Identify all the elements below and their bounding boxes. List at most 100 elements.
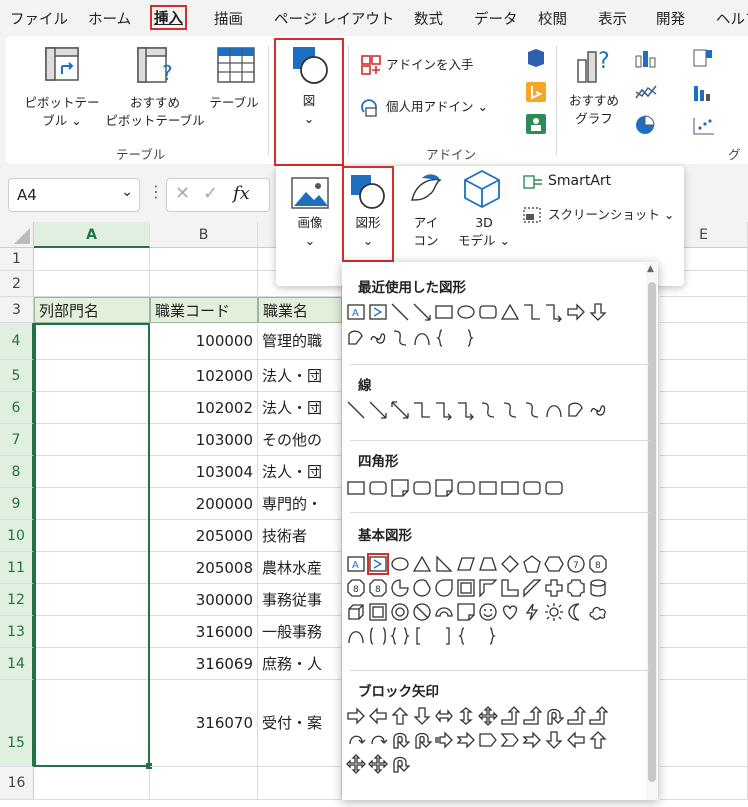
job-code-cell[interactable]: 316070 [150, 680, 258, 767]
cell-e[interactable] [660, 616, 748, 648]
row-header[interactable]: 11 [0, 552, 34, 584]
shape-arrowR-icon[interactable] [346, 706, 366, 726]
pivot-table-button[interactable]: ピボットテー ブル ⌄ [22, 94, 102, 130]
shape-arrowLR-icon[interactable] [434, 706, 454, 726]
shape-arrowR-icon[interactable] [566, 302, 586, 322]
shape-scribble-icon[interactable] [368, 328, 388, 348]
shape-chord-icon[interactable] [412, 578, 432, 598]
smartart-icon[interactable] [522, 174, 544, 192]
cell-a[interactable] [34, 271, 150, 297]
job-code-cell[interactable]: 103004 [150, 456, 258, 488]
shape-uturn-icon[interactable] [390, 754, 410, 774]
shape-trap-icon[interactable] [478, 554, 498, 574]
recommended-pivot-button[interactable]: おすすめ ピボットテーブル [102, 94, 208, 130]
shape-rrect-icon[interactable] [368, 478, 388, 498]
shape-arrowL-icon[interactable] [368, 706, 388, 726]
column-chart-icon[interactable] [634, 48, 658, 68]
recommended-charts-icon[interactable]: ? [576, 46, 616, 86]
cell-e[interactable] [660, 552, 748, 584]
3d-models-button[interactable]: 3D モデル ⌄ [452, 214, 516, 250]
shape-octagon-icon[interactable]: 8 [588, 554, 608, 574]
header-cell-department[interactable]: 列部門名 [34, 297, 150, 323]
table-icon[interactable] [216, 46, 256, 86]
menu-data[interactable]: データ [474, 8, 518, 29]
shape-arrowD-icon[interactable] [588, 302, 608, 322]
shape-rrect-icon[interactable] [478, 302, 498, 322]
shape-cloud-icon[interactable] [588, 602, 608, 622]
cell-e[interactable] [660, 520, 748, 552]
select-all-corner[interactable] [0, 222, 34, 248]
shape-smiley-icon[interactable] [478, 602, 498, 622]
image-icon[interactable] [290, 176, 330, 212]
shape-curve-icon[interactable] [390, 328, 410, 348]
cell-e[interactable] [660, 360, 748, 392]
shape-circArrow-icon[interactable] [368, 730, 388, 750]
row-header[interactable]: 4 [0, 323, 34, 360]
job-code-cell[interactable]: 300000 [150, 584, 258, 616]
shape-noSymbol-icon[interactable] [412, 602, 432, 622]
shape-arc-icon[interactable] [346, 626, 366, 646]
shape-arrowU-icon[interactable] [588, 730, 608, 750]
job-code-cell[interactable]: 316000 [150, 616, 258, 648]
menu-review[interactable]: 校閲 [538, 8, 567, 29]
row-header[interactable]: 15 [0, 680, 34, 767]
cell-e[interactable] [660, 424, 748, 456]
shape-homeplate-icon[interactable] [478, 730, 498, 750]
row-header[interactable]: 14 [0, 648, 34, 680]
shape-textbox-icon[interactable]: A [346, 302, 366, 322]
shape-fold-icon[interactable] [456, 602, 476, 622]
shape-oval-icon[interactable] [390, 554, 410, 574]
shape-arrow-icon[interactable] [412, 302, 432, 322]
name-box-chevron-icon[interactable]: ⌄ [121, 184, 133, 200]
shape-chevron-icon[interactable] [500, 730, 520, 750]
job-name-cell[interactable]: 専門的・ [258, 488, 342, 520]
cell-b[interactable] [150, 248, 258, 271]
screenshot-button[interactable]: スクリーンショット ⌄ [548, 206, 674, 224]
menu-draw[interactable]: 描画 [214, 8, 243, 29]
shape-donut-icon[interactable] [390, 602, 410, 622]
shape-curve-icon[interactable] [478, 400, 498, 420]
menu-home[interactable]: ホーム [88, 8, 131, 29]
job-name-cell[interactable]: その他の [258, 424, 342, 456]
shape-heart-icon[interactable] [500, 602, 520, 622]
scatter-chart-icon[interactable] [692, 116, 716, 136]
cell-b[interactable] [150, 767, 258, 800]
shape-arc-icon[interactable] [544, 400, 564, 420]
shape-fold-icon[interactable] [390, 478, 410, 498]
shape-heptagon-icon[interactable]: 7 [566, 554, 586, 574]
shape-vtextbox-icon[interactable] [367, 553, 389, 575]
row-header[interactable]: 16 [0, 767, 34, 800]
job-name-cell[interactable]: 技術者 [258, 520, 342, 552]
shape-brace-icon[interactable] [434, 328, 454, 348]
shape-elbow-icon[interactable] [412, 400, 432, 420]
cell-e[interactable] [660, 392, 748, 424]
row-header[interactable]: 1 [0, 248, 34, 271]
shape-arc-icon[interactable] [412, 328, 432, 348]
shape-rect-icon[interactable] [434, 302, 454, 322]
cell-e[interactable] [660, 584, 748, 616]
statistic-chart-icon[interactable] [692, 82, 716, 102]
cell-b[interactable] [150, 271, 258, 297]
shape-pie-icon[interactable] [390, 578, 410, 598]
shape-rrect-icon[interactable] [544, 478, 564, 498]
line-chart-icon[interactable] [634, 82, 658, 102]
hierarchy-chart-icon[interactable] [692, 48, 716, 68]
menu-page-layout[interactable]: ページ レイアウト [274, 8, 394, 29]
shape-arrowD-icon[interactable] [412, 706, 432, 726]
menu-formulas[interactable]: 数式 [414, 8, 443, 29]
shape-curve-icon[interactable] [500, 400, 520, 420]
shape-bentUp-icon[interactable] [500, 706, 520, 726]
shape-circArrow-icon[interactable] [346, 730, 366, 750]
shape-arrowU-icon[interactable] [390, 706, 410, 726]
shape-bentUp-icon[interactable] [522, 706, 542, 726]
job-name-cell[interactable]: 一般事務 [258, 616, 342, 648]
bing-maps-icon[interactable] [526, 82, 546, 102]
row-header[interactable]: 7 [0, 424, 34, 456]
shape-bolt-icon[interactable] [522, 602, 542, 622]
job-name-cell[interactable]: 法人・団 [258, 456, 342, 488]
shape-rtri-icon[interactable] [434, 554, 454, 574]
shape-rbracket-icon[interactable] [434, 626, 454, 646]
pie-chart-icon[interactable] [634, 114, 658, 136]
shape-fold-icon[interactable] [434, 478, 454, 498]
image-button[interactable]: 画像 [284, 214, 336, 232]
